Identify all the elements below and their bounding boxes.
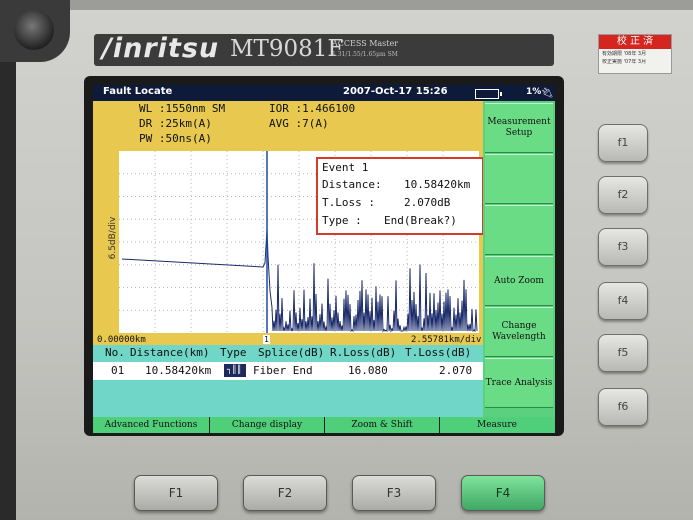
calibration-expiry: 有効期限 '08年 3月: [602, 51, 647, 57]
battery-icon: [475, 89, 502, 99]
hw-key-f1[interactable]: f1: [598, 124, 648, 162]
col-no: No.: [105, 346, 125, 359]
softkey-panel: Measurement Setup Auto Zoom Change Wavel…: [483, 101, 555, 419]
col-type: Type: [220, 346, 247, 359]
col-tloss: T.Loss(dB): [405, 346, 472, 359]
softkey-3[interactable]: [485, 205, 553, 255]
menu-measure[interactable]: Measure: [440, 417, 554, 433]
calibration-title: 校 正 済: [599, 35, 671, 49]
title-bar: Fault Locate 2007-Oct-17 15:26 1% 🔌︎: [93, 85, 555, 101]
brand-logo: /inritsu: [102, 33, 220, 64]
wavelength-spec: 1.31/1.55/1.65μm SM: [332, 51, 398, 58]
hw-key-f4[interactable]: f4: [598, 282, 648, 320]
cursor-marker[interactable]: 1: [263, 335, 270, 344]
param-pulse-width: PW :50ns(A): [139, 132, 212, 145]
menu-change-display[interactable]: Change display: [210, 417, 325, 433]
event-info-box: Event 1 Distance: 10.58420km T.Loss : 2.…: [316, 157, 484, 235]
softkey-trace-analysis[interactable]: Trace Analysis: [485, 358, 553, 408]
row-tloss: 2.070: [439, 364, 473, 377]
event-table: No. Distance(km) Type Splice(dB) R.Loss(…: [93, 345, 483, 417]
col-distance: Distance(km): [130, 346, 210, 359]
hw-key-f5[interactable]: f5: [598, 334, 648, 372]
plug-icon: 🔌︎: [541, 88, 554, 99]
fiber-end-icon: ┐║║: [224, 364, 246, 377]
softkey-measurement-setup[interactable]: Measurement Setup: [485, 103, 553, 153]
softkey-change-wavelength[interactable]: Change Wavelength: [485, 307, 553, 357]
y-axis-label-wrap: 6.5dB/div: [103, 155, 118, 325]
event-type: End(Break?): [384, 214, 457, 227]
softkey-auto-zoom[interactable]: Auto Zoom: [485, 256, 553, 306]
col-splice: Splice(dB): [258, 346, 325, 359]
col-rloss: R.Loss(dB): [330, 346, 397, 359]
hw-key-F2[interactable]: F2: [243, 475, 327, 511]
hw-key-f3[interactable]: f3: [598, 228, 648, 266]
menu-advanced-functions[interactable]: Advanced Functions: [93, 417, 210, 433]
softkey-2[interactable]: [485, 154, 553, 204]
hw-key-f6[interactable]: f6: [598, 388, 648, 426]
knob-icon: [14, 10, 54, 50]
event-tloss-label: T.Loss :: [322, 196, 375, 209]
table-row[interactable]: 01 10.58420km ┐║║ Fiber End 16.080 2.070: [93, 362, 483, 380]
menu-zoom-shift[interactable]: Zoom & Shift: [325, 417, 440, 433]
param-ior: IOR :1.466100: [269, 102, 356, 115]
row-rloss: 16.080: [348, 364, 388, 377]
menu-bar: Advanced Functions Change display Zoom &…: [93, 417, 555, 433]
y-axis-label: 6.5dB/div: [108, 216, 118, 260]
x-axis-scale: 2.55781km/div: [411, 335, 482, 345]
hw-key-F3[interactable]: F3: [352, 475, 436, 511]
param-wavelength: WL :1550nm SM: [139, 102, 226, 115]
param-averaging: AVG :7(A): [269, 117, 329, 130]
hw-key-F1[interactable]: F1: [134, 475, 218, 511]
calibration-sticker: 校 正 済 有効期限 '08年 3月 校正実施 '07年 3月: [598, 34, 672, 74]
model-name: MT9081F: [230, 36, 344, 62]
top-rail: [70, 0, 693, 10]
calibration-date: 校正実施 '07年 3月: [602, 59, 647, 65]
event-distance: 10.58420km: [404, 178, 471, 191]
battery-level: 1%: [526, 87, 542, 97]
hw-key-f2[interactable]: f2: [598, 176, 648, 214]
corner-knob: [0, 0, 70, 62]
event-tloss: 2.070dB: [404, 196, 451, 209]
otdr-device: /inritsu MT9081F ACCESS Master 1.31/1.55…: [0, 0, 693, 520]
row-distance: 10.58420km: [145, 364, 212, 377]
screen-title: Fault Locate: [103, 86, 173, 97]
x-axis-start: 0.00000km: [97, 335, 146, 345]
event-distance-label: Distance:: [322, 178, 382, 191]
event-title: Event 1: [322, 161, 369, 174]
param-range: DR :25km(A): [139, 117, 212, 130]
event-type-label: Type :: [322, 214, 362, 227]
left-rail: [0, 60, 16, 520]
series-name: ACCESS Master: [332, 39, 399, 48]
screen: Fault Locate 2007-Oct-17 15:26 1% 🔌︎ WL …: [93, 85, 555, 433]
row-type: Fiber End: [253, 364, 313, 377]
hw-key-F4[interactable]: F4: [461, 475, 545, 511]
row-no: 01: [111, 364, 125, 377]
datetime: 2007-Oct-17 15:26: [343, 86, 448, 97]
table-header: No. Distance(km) Type Splice(dB) R.Loss(…: [93, 345, 483, 361]
